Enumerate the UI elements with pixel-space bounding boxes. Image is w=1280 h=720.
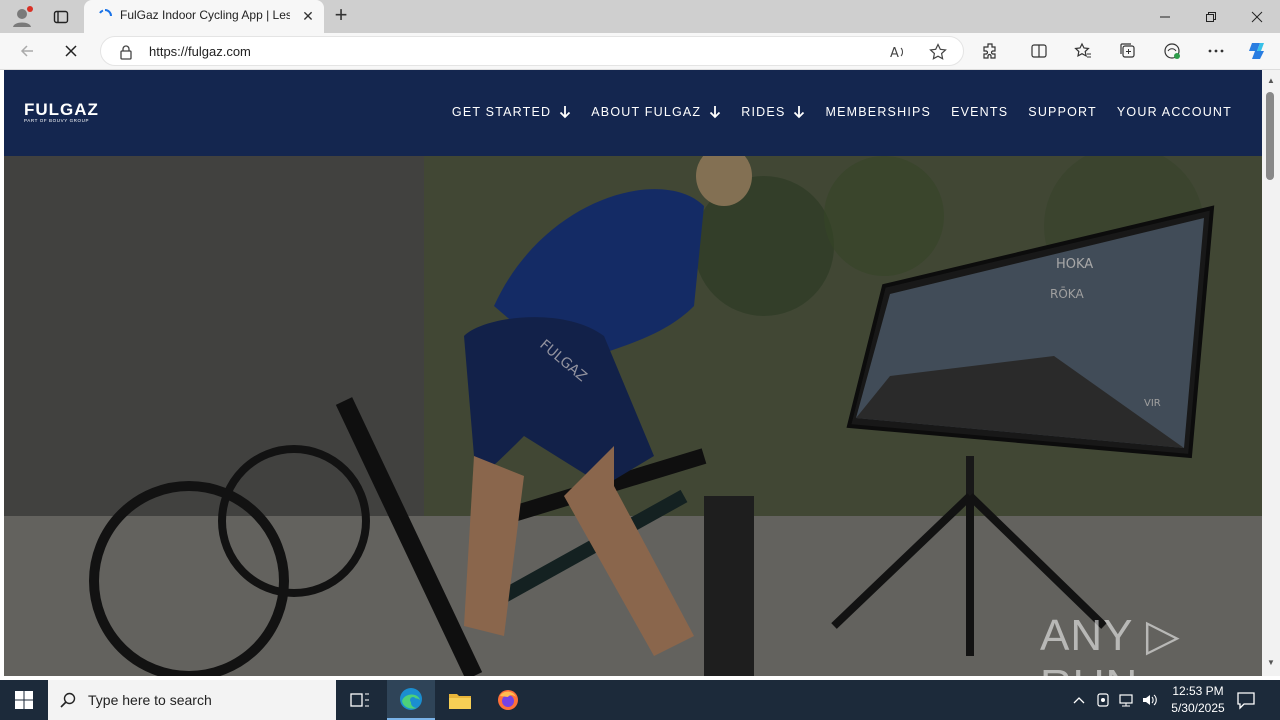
restore-icon[interactable] xyxy=(1188,0,1234,33)
extensions-icon[interactable] xyxy=(981,41,1001,61)
more-options-icon[interactable] xyxy=(1206,41,1226,61)
tab-title: FulGaz Indoor Cycling App | Less xyxy=(120,8,290,22)
browser-essentials-icon[interactable] xyxy=(1162,41,1182,61)
new-tab-button[interactable]: + xyxy=(330,4,352,28)
clock-time: 12:53 PM xyxy=(1172,684,1224,698)
hero-banner-image: HOKA RŌKA VIR FULGAZ xyxy=(4,156,1262,676)
clock-date: 5/30/2025 xyxy=(1171,701,1225,715)
copilot-icon[interactable] xyxy=(1246,39,1270,63)
split-screen-icon[interactable] xyxy=(1029,41,1049,61)
taskbar-search-box[interactable]: Type here to search xyxy=(48,680,336,720)
firefox-icon[interactable] xyxy=(484,680,532,720)
logo-tagline: PART OF BOUVY GROUP xyxy=(24,118,90,123)
volume-icon[interactable] xyxy=(1141,690,1159,710)
fulgaz-logo[interactable]: FULGAZ PART OF BOUVY GROUP xyxy=(24,101,99,124)
task-view-icon[interactable] xyxy=(336,680,384,720)
collections-icon[interactable] xyxy=(1118,41,1138,61)
address-bar[interactable]: https://fulgaz.com A xyxy=(100,36,964,66)
close-window-icon[interactable] xyxy=(1234,0,1280,33)
url-text[interactable]: https://fulgaz.com xyxy=(149,44,251,59)
nav-rides[interactable]: RIDES xyxy=(741,105,805,119)
nav-get-started[interactable]: GET STARTED xyxy=(452,105,571,119)
scroll-up-arrow-icon[interactable]: ▲ xyxy=(1265,76,1277,86)
tray-device-icon[interactable] xyxy=(1094,690,1112,710)
loading-spinner-icon xyxy=(98,9,112,23)
network-icon[interactable] xyxy=(1117,690,1135,710)
file-explorer-icon[interactable] xyxy=(436,680,484,720)
profile-avatar-icon[interactable] xyxy=(10,5,34,29)
browser-tab-active[interactable]: FulGaz Indoor Cycling App | Less ✕ xyxy=(84,0,324,33)
svg-text:A: A xyxy=(890,46,899,61)
notification-center-icon[interactable] xyxy=(1236,690,1258,710)
windows-start-icon[interactable] xyxy=(0,680,48,720)
favorites-icon[interactable] xyxy=(1073,41,1093,61)
windows-taskbar: Type here to search 12:53 PM 5/30/2025 xyxy=(0,680,1280,720)
arrow-down-icon xyxy=(560,106,571,119)
site-header: FULGAZ PART OF BOUVY GROUP GET STARTED A… xyxy=(4,70,1262,156)
search-icon xyxy=(60,692,76,708)
browser-toolbar: https://fulgaz.com A xyxy=(0,33,1280,70)
nav-about-fulgaz[interactable]: ABOUT FULGAZ xyxy=(591,105,721,119)
browser-tabstrip: FulGaz Indoor Cycling App | Less ✕ + xyxy=(0,0,1280,33)
page-viewport: FULGAZ PART OF BOUVY GROUP GET STARTED A… xyxy=(4,70,1262,676)
arrow-down-icon xyxy=(710,106,721,119)
favorite-star-icon[interactable] xyxy=(929,43,947,61)
nav-your-account[interactable]: YOUR ACCOUNT xyxy=(1117,105,1232,119)
lock-icon[interactable] xyxy=(119,44,133,60)
system-clock[interactable]: 12:53 PM 5/30/2025 xyxy=(1160,683,1236,717)
nav-memberships[interactable]: MEMBERSHIPS xyxy=(825,105,931,119)
back-arrow-icon[interactable] xyxy=(14,39,40,63)
tray-overflow-chevron-icon[interactable] xyxy=(1070,690,1088,710)
tab-actions-icon[interactable] xyxy=(50,6,72,28)
edge-browser-icon[interactable] xyxy=(387,680,435,720)
arrow-down-icon xyxy=(794,106,805,119)
nav-support[interactable]: SUPPORT xyxy=(1028,105,1097,119)
minimize-icon[interactable] xyxy=(1142,0,1188,33)
nav-events[interactable]: EVENTS xyxy=(951,105,1008,119)
scrollbar-thumb[interactable] xyxy=(1266,92,1274,180)
search-placeholder: Type here to search xyxy=(88,692,212,708)
stop-loading-icon[interactable] xyxy=(58,39,84,63)
main-navigation: GET STARTED ABOUT FULGAZ RIDES MEMBERSHI… xyxy=(432,105,1232,119)
read-aloud-icon[interactable]: A xyxy=(889,43,907,61)
tab-close-icon[interactable]: ✕ xyxy=(300,8,316,24)
page-scrollbar[interactable]: ▲ ▼ xyxy=(1262,70,1280,676)
logo-wordmark: FULGAZ xyxy=(24,100,99,119)
